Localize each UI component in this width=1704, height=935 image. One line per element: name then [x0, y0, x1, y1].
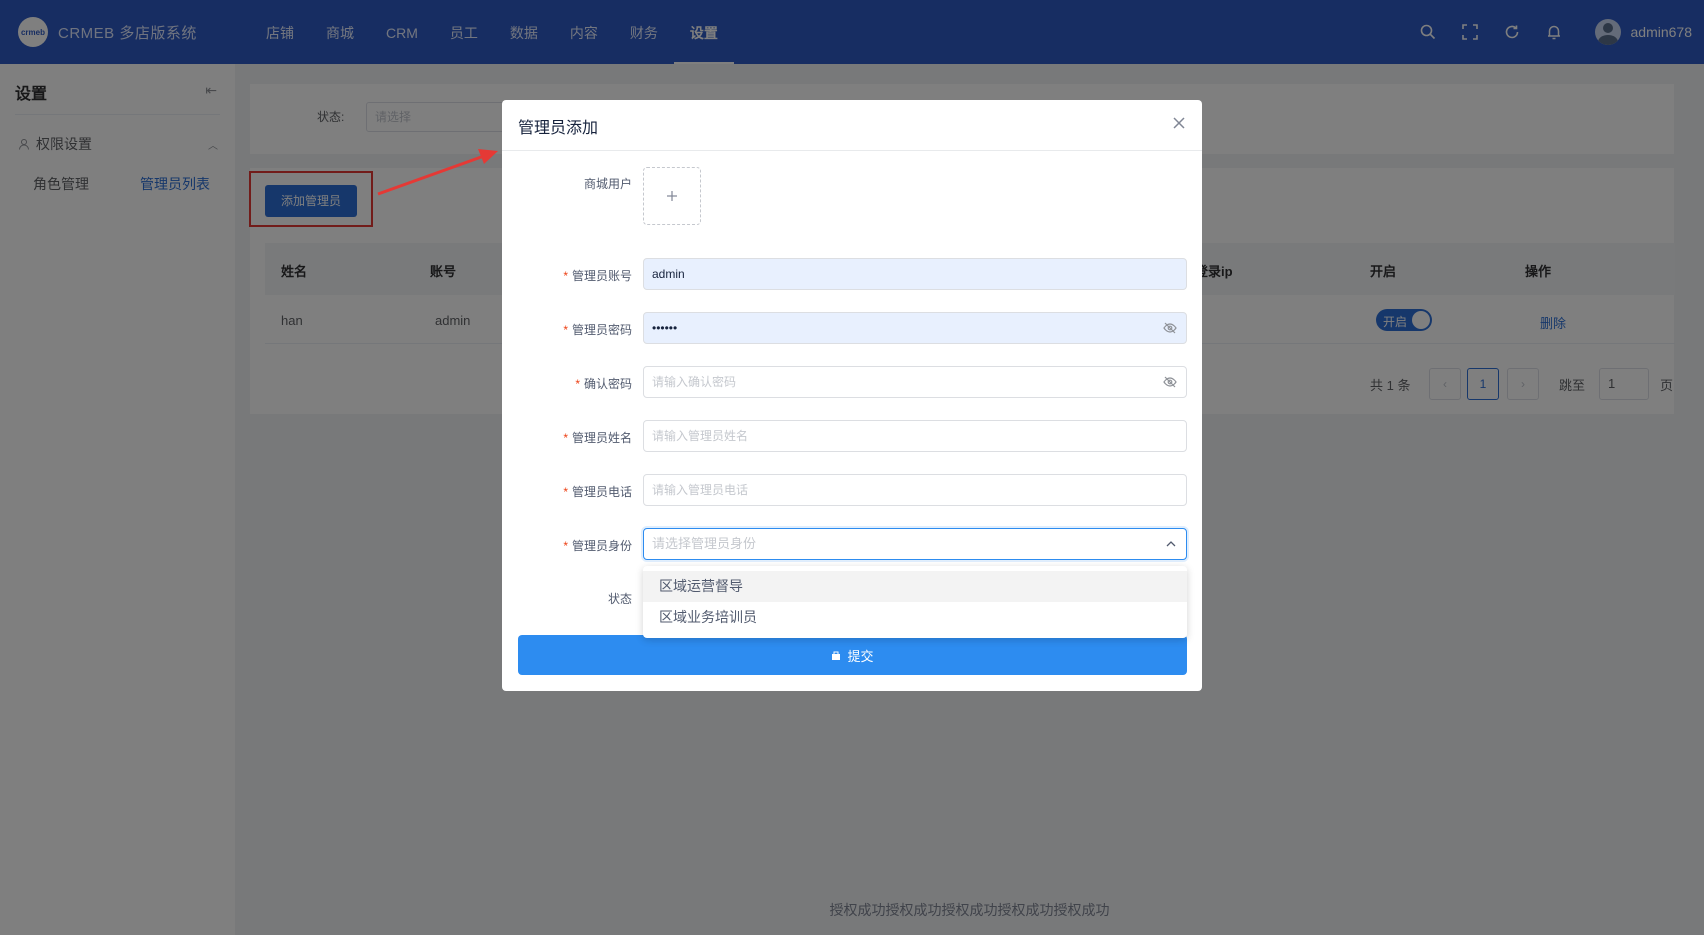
confirm-placeholder: 请输入确认密码	[652, 375, 737, 389]
eye-off-icon[interactable]	[1162, 374, 1178, 390]
user-label: 商城用户	[583, 177, 632, 191]
confirm-password-input[interactable]: 请输入确认密码	[643, 366, 1187, 398]
role-placeholder: 请选择管理员身份	[652, 536, 757, 551]
password-label: * 管理员密码	[563, 323, 632, 337]
role-option[interactable]: 区域业务培训员	[643, 602, 1187, 633]
upload-user-button[interactable]	[643, 167, 701, 225]
modal-divider	[502, 150, 1202, 151]
name-label: * 管理员姓名	[563, 431, 632, 445]
account-input[interactable]: admin	[643, 258, 1187, 290]
role-label: * 管理员身份	[563, 539, 632, 553]
role-select[interactable]: 请选择管理员身份	[643, 528, 1187, 560]
account-label: * 管理员账号	[563, 269, 632, 283]
status-label: 状态	[607, 592, 632, 606]
save-icon	[832, 651, 841, 660]
eye-off-icon[interactable]	[1162, 320, 1178, 336]
role-option[interactable]: 区域运营督导	[643, 571, 1187, 602]
phone-input[interactable]: 请输入管理员电话	[643, 474, 1187, 506]
password-value: ••••••	[652, 321, 678, 335]
chevron-up-icon	[1166, 541, 1176, 547]
password-input[interactable]: ••••••	[643, 312, 1187, 344]
phone-label: * 管理员电话	[563, 485, 632, 499]
submit-label: 提交	[847, 648, 874, 664]
role-dropdown: 区域运营督导 区域业务培训员	[643, 566, 1187, 638]
close-icon[interactable]	[1170, 114, 1188, 132]
plus-icon	[667, 191, 677, 201]
name-input[interactable]: 请输入管理员姓名	[643, 420, 1187, 452]
confirm-label: * 确认密码	[575, 377, 632, 391]
admin-add-modal: 管理员添加 商城用户 * 管理员账号 admin * 管理员密码 •••••• * 确…	[502, 100, 1202, 691]
modal-title: 管理员添加	[518, 120, 599, 137]
submit-button[interactable]: 提交	[518, 635, 1187, 675]
